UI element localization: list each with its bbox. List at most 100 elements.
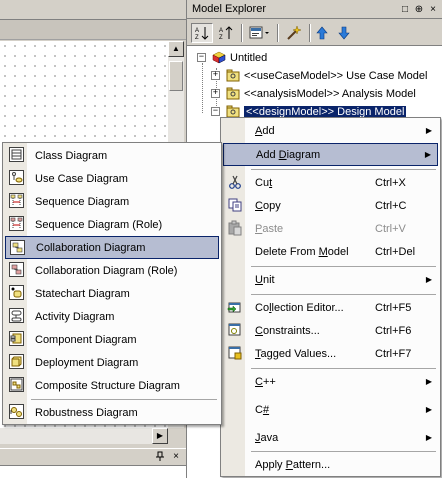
- svg-text:A: A: [219, 28, 223, 34]
- menu-item-tagged-values[interactable]: Tagged Values... Ctrl+F7: [223, 342, 438, 365]
- menu-item-add-diagram[interactable]: Add Diagram ▶: [223, 143, 438, 166]
- activity-diagram-icon: [9, 308, 24, 323]
- sort-alphabetical-icon[interactable]: AZ: [215, 23, 237, 43]
- panel-title: Model Explorer: [192, 3, 266, 15]
- close-icon[interactable]: ×: [427, 4, 439, 16]
- menu-item-unit[interactable]: Unit ▶: [223, 268, 438, 291]
- horizontal-scrollbar[interactable]: ▶: [0, 428, 168, 444]
- menu-item-label: C++: [255, 375, 276, 388]
- move-up-icon[interactable]: [311, 23, 333, 43]
- menu-item-constraints[interactable]: Constraints... Ctrl+F6: [223, 319, 438, 342]
- menu-item-label: Paste: [255, 222, 284, 235]
- tree-node-label: <<useCaseModel>> Use Case Model: [244, 69, 428, 82]
- sequence-diagram-icon: [9, 193, 24, 208]
- constraints-icon: [227, 322, 243, 338]
- svg-text:Z: Z: [219, 35, 223, 41]
- menu-item-cut[interactable]: Cut Ctrl+X: [223, 171, 438, 194]
- menu-item-label: Robustness Diagram: [35, 406, 138, 419]
- menu-item-deployment-diagram[interactable]: Deployment Diagram: [5, 351, 219, 374]
- tree-node-label: Untitled: [230, 51, 268, 64]
- sequence-role-diagram-icon: [9, 216, 24, 231]
- menu-item-label: Collaboration Diagram: [36, 241, 146, 254]
- move-down-icon[interactable]: [333, 23, 355, 43]
- menu-item-delete-from-model[interactable]: Delete From Model Ctrl+Del: [223, 240, 438, 263]
- menu-item-use-case-diagram[interactable]: Use Case Diagram: [5, 167, 219, 190]
- project-cube-icon: [212, 51, 226, 64]
- menu-item-collaboration-diagram[interactable]: Collaboration Diagram: [5, 236, 219, 259]
- menu-item-statechart-diagram[interactable]: Statechart Diagram: [5, 282, 219, 305]
- expand-toggle[interactable]: +: [211, 89, 220, 98]
- toolbar-separator: [277, 24, 279, 42]
- menu-item-label: Use Case Diagram: [35, 172, 128, 185]
- copy-icon: [227, 197, 243, 213]
- menu-item-cpp[interactable]: C++ ▶: [223, 370, 438, 393]
- submenu-arrow-icon: ▶: [425, 433, 432, 442]
- collapse-toggle[interactable]: −: [211, 107, 220, 116]
- collaboration-diagram-icon: [10, 240, 25, 255]
- menu-item-label: Cut: [255, 176, 273, 189]
- folder-model-icon: [226, 87, 240, 100]
- sort-by-category-icon[interactable]: AZ: [191, 23, 213, 43]
- menu-item-label: Composite Structure Diagram: [35, 379, 180, 392]
- menu-item-label: Java: [255, 431, 279, 444]
- menu-item-label: Tagged Values...: [255, 347, 337, 360]
- menu-item-sequence-diagram-role[interactable]: Sequence Diagram (Role): [5, 213, 219, 236]
- menu-item-composite-structure-diagram[interactable]: Composite Structure Diagram: [5, 374, 219, 397]
- collapse-toggle[interactable]: −: [197, 53, 206, 62]
- menu-separator: [251, 169, 436, 170]
- menu-item-collaboration-diagram-role[interactable]: Collaboration Diagram (Role): [5, 259, 219, 282]
- menu-item-label: Statechart Diagram: [35, 287, 130, 300]
- menu-item-label: Class Diagram: [35, 149, 108, 162]
- menu-item-copy[interactable]: Copy Ctrl+C: [223, 194, 438, 217]
- collection-editor-icon: [227, 299, 243, 315]
- menu-item-label: Collection Editor...: [255, 301, 344, 314]
- scroll-right-arrow-icon[interactable]: ▶: [152, 428, 168, 444]
- menu-item-shortcut: Ctrl+F6: [375, 324, 412, 337]
- magic-wand-icon[interactable]: [283, 23, 305, 43]
- tree-node-use-case-model[interactable]: + <<useCaseModel>> Use Case Model: [211, 67, 427, 84]
- tree-node-label: <<analysisModel>> Analysis Model: [244, 87, 416, 100]
- menu-item-paste[interactable]: Paste Ctrl+V: [223, 217, 438, 240]
- toolbar-separator: [241, 24, 243, 42]
- menu-item-sequence-diagram[interactable]: Sequence Diagram: [5, 190, 219, 213]
- menu-separator: [31, 399, 217, 400]
- tree-node-analysis-model[interactable]: + <<analysisModel>> Analysis Model: [211, 85, 416, 102]
- menu-item-label: Component Diagram: [35, 333, 137, 346]
- menu-item-activity-diagram[interactable]: Activity Diagram: [5, 305, 219, 328]
- scrollbar-corner: [168, 428, 184, 444]
- menu-item-label: Unit: [255, 273, 275, 286]
- menu-item-label: Apply Pattern...: [255, 458, 331, 471]
- menu-item-robustness-diagram[interactable]: Robustness Diagram: [5, 401, 219, 424]
- menu-item-apply-pattern[interactable]: Apply Pattern...: [223, 453, 438, 476]
- scroll-up-arrow-icon[interactable]: ▲: [168, 41, 184, 57]
- filter-dropdown-icon[interactable]: [247, 23, 273, 43]
- menu-item-label: Sequence Diagram (Role): [35, 218, 163, 231]
- restore-icon[interactable]: □: [399, 4, 411, 16]
- menu-item-component-diagram[interactable]: Component Diagram: [5, 328, 219, 351]
- menu-separator: [251, 266, 436, 267]
- tree-node-label: <<designModel>> Design Model: [242, 104, 408, 119]
- menu-item-shortcut: Ctrl+V: [375, 222, 406, 235]
- menu-item-shortcut: Ctrl+F7: [375, 347, 412, 360]
- menu-item-label: C#: [255, 403, 270, 416]
- vertical-scroll-thumb[interactable]: [169, 61, 183, 91]
- expand-toggle[interactable]: +: [211, 71, 220, 80]
- menu-item-add[interactable]: Add ▶: [223, 119, 438, 142]
- menu-item-csharp[interactable]: C# ▶: [223, 398, 438, 421]
- menu-item-collection-editor[interactable]: Collection Editor... Ctrl+F5: [223, 296, 438, 319]
- menu-item-java[interactable]: Java ▶: [223, 426, 438, 449]
- folder-model-icon: [226, 69, 240, 82]
- composite-structure-diagram-icon: [9, 377, 24, 392]
- svg-text:Z: Z: [195, 35, 199, 41]
- menu-separator: [251, 368, 436, 369]
- menu-item-class-diagram[interactable]: Class Diagram: [5, 144, 219, 167]
- pin-icon[interactable]: [154, 451, 166, 463]
- submenu-arrow-icon: ▶: [425, 377, 432, 386]
- add-diagram-submenu: Class Diagram Use Case Diagram Sequence …: [2, 142, 222, 425]
- tree-node-project[interactable]: − Untitled: [197, 49, 267, 66]
- pin-icon[interactable]: ⊕: [413, 4, 425, 16]
- menu-item-shortcut: Ctrl+F5: [375, 301, 412, 314]
- paste-icon: [227, 220, 243, 236]
- model-explorer-toolbar: AZ AZ: [187, 20, 442, 46]
- close-icon[interactable]: ×: [170, 451, 182, 463]
